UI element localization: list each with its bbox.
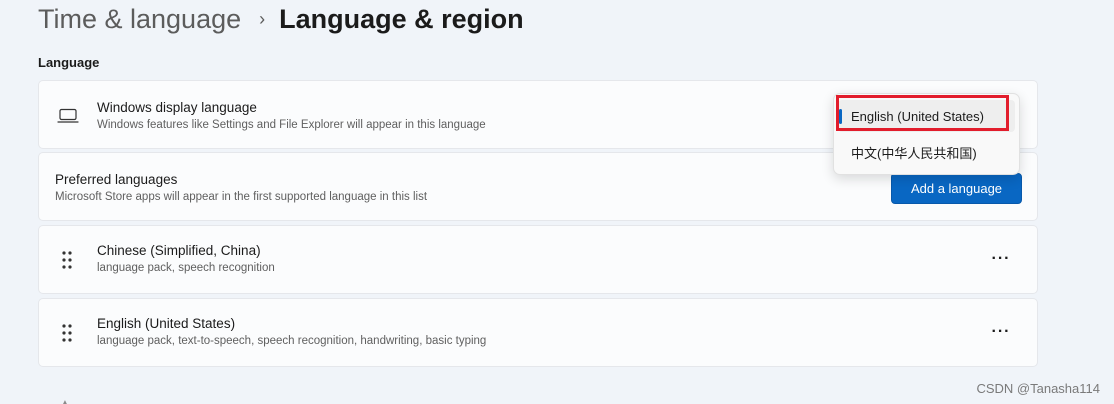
drag-handle-icon[interactable] — [61, 323, 73, 348]
breadcrumb-chevron-icon: › — [259, 8, 266, 29]
language-name: English (United States) — [97, 316, 236, 331]
red-highlight-box — [836, 95, 1009, 131]
preferred-languages-description: Microsoft Store apps will appear in the … — [55, 191, 428, 203]
language-name: Chinese (Simplified, China) — [97, 243, 261, 258]
dropdown-option-label: 中文(中华人民共和国) — [851, 145, 977, 161]
language-features: language pack, text-to-speech, speech re… — [97, 335, 487, 347]
language-features: language pack, speech recognition — [97, 262, 275, 274]
dropdown-option-chinese[interactable]: 中文(中华人民共和国) — [838, 136, 1015, 168]
breadcrumb-time-language[interactable]: Time & language — [38, 4, 241, 35]
section-title-language: Language — [38, 55, 100, 70]
display-language-description: Windows features like Settings and File … — [97, 119, 486, 131]
page-title: Language & region — [279, 3, 524, 34]
breadcrumb: Time & language › Language & region — [38, 2, 524, 36]
watermark: CSDN @Tanasha114 — [976, 381, 1100, 396]
more-options-icon[interactable]: ··· — [987, 321, 1015, 343]
partial-icon: ▲ — [60, 398, 68, 404]
add-language-button[interactable]: Add a language — [891, 173, 1022, 204]
display-language-title: Windows display language — [97, 100, 257, 115]
more-options-icon[interactable]: ··· — [987, 248, 1015, 270]
preferred-languages-title: Preferred languages — [55, 172, 178, 187]
language-item-english[interactable]: English (United States) language pack, t… — [38, 298, 1038, 367]
language-item-chinese[interactable]: Chinese (Simplified, China) language pac… — [38, 225, 1038, 294]
laptop-icon — [57, 108, 79, 129]
drag-handle-icon[interactable] — [61, 250, 73, 275]
